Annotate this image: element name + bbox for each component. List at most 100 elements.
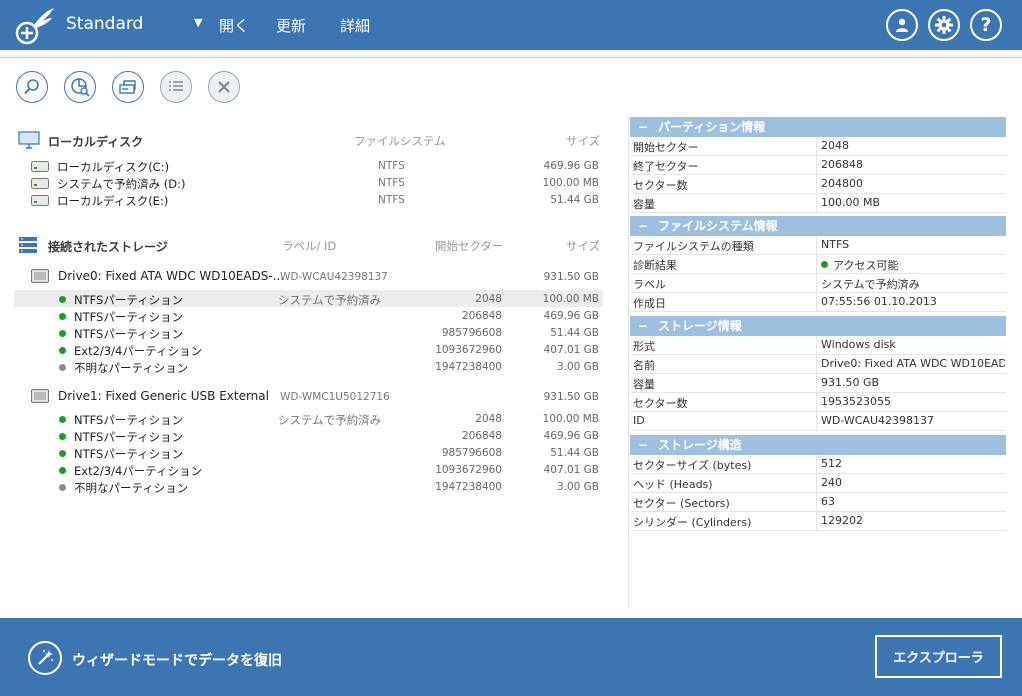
property-key: セクター数: [633, 397, 688, 410]
partition-label: システムで予約済み: [278, 293, 382, 307]
partition-start-sector: 2048: [475, 413, 502, 425]
property-row: セクター (Sectors) 63: [630, 493, 1006, 512]
close-icon: [218, 81, 230, 93]
property-separator: [816, 374, 817, 393]
profile-dropdown-arrow[interactable]: ▼: [194, 16, 202, 29]
property-separator: [816, 393, 817, 412]
user-button[interactable]: [886, 9, 918, 41]
property-value: アクセス可能: [821, 257, 1005, 273]
partition-size: 3.00 GB: [556, 361, 599, 373]
property-separator: [816, 236, 817, 255]
col-filesystem: ファイルシステム: [354, 134, 446, 148]
partition-size: 100.00 MB: [542, 293, 599, 305]
property-row: 形式 Windows disk: [630, 336, 1006, 355]
partition-status-dot: [59, 484, 66, 491]
property-key: 診断結果: [633, 259, 677, 272]
property-value-text: 07:55:56 01.10.2013: [821, 295, 937, 308]
local-disk-name[interactable]: システムで予約済み (D:): [57, 176, 186, 192]
property-row: ヘッド (Heads) 240: [630, 474, 1006, 493]
winged-plus-logo: [15, 8, 54, 45]
drive-icon: [31, 161, 49, 172]
close-button[interactable]: [208, 71, 240, 103]
partition-name[interactable]: Ext2/3/4パーティション: [74, 463, 202, 479]
partition-name[interactable]: 不明なパーティション: [74, 480, 188, 496]
partition-size: 3.00 GB: [556, 481, 599, 493]
list-view-button[interactable]: [160, 71, 192, 103]
property-row: セクター数 204800: [630, 175, 1006, 194]
local-disk-name[interactable]: ローカルディスク(C:): [57, 159, 169, 175]
local-disk-fs: NTFS: [378, 160, 405, 172]
filesystem-info-header[interactable]: − ファイルシステム情報: [630, 216, 1006, 236]
property-value: 240: [821, 476, 1005, 489]
partition-start-sector: 206848: [461, 430, 502, 442]
partition-name[interactable]: Ext2/3/4パーティション: [74, 343, 202, 359]
filesystem-info-title: ファイルシステム情報: [658, 219, 778, 233]
scan-button[interactable]: [112, 71, 144, 103]
property-key: 終了セクター: [633, 160, 699, 173]
storage-structure-title: ストレージ構造: [658, 438, 742, 452]
storage-info-header[interactable]: − ストレージ情報: [630, 316, 1006, 336]
partition-info-header[interactable]: − パーティション情報: [630, 117, 1006, 137]
local-disk-name[interactable]: ローカルディスク(E:): [57, 193, 168, 209]
property-key: 名前: [633, 359, 655, 372]
drive-name[interactable]: Drive0: Fixed ATA WDC WD10EADS-...: [58, 269, 284, 283]
property-value: 129202: [821, 514, 1005, 527]
partition-size: 100.00 MB: [542, 413, 599, 425]
wizard-button[interactable]: [28, 641, 62, 675]
partition-size: 469.96 GB: [543, 430, 599, 442]
local-disk-fs: NTFS: [378, 177, 405, 189]
local-disk-size: 51.44 GB: [550, 194, 599, 206]
menu-details[interactable]: 詳細: [340, 15, 370, 36]
property-row: セクターサイズ (bytes) 512: [630, 455, 1006, 474]
partition-size: 469.96 GB: [543, 310, 599, 322]
search-icon: [24, 79, 39, 95]
partition-size: 407.01 GB: [543, 464, 599, 476]
property-value-text: 2048: [821, 139, 849, 152]
partition-status-dot: [59, 364, 66, 371]
property-row: 容量 931.50 GB: [630, 374, 1006, 393]
collapse-glyph: −: [638, 219, 649, 233]
partition-name[interactable]: 不明なパーティション: [74, 360, 188, 376]
property-row: 作成日 07:55:56 01.10.2013: [630, 293, 1006, 312]
magic-wand-icon: [38, 650, 53, 665]
find-button[interactable]: [16, 71, 48, 103]
analyze-button[interactable]: [64, 71, 96, 103]
explorer-button[interactable]: エクスプローラ: [875, 635, 1002, 678]
settings-button[interactable]: [928, 9, 960, 41]
help-button[interactable]: ?: [970, 9, 1002, 41]
app-header: [0, 0, 1022, 50]
property-value: 63: [821, 495, 1005, 508]
property-value-text: NTFS: [821, 238, 850, 251]
property-separator: [816, 355, 817, 374]
property-value-text: 206848: [821, 158, 863, 171]
property-key: 形式: [633, 340, 655, 353]
drive-name[interactable]: Drive1: Fixed Generic USB External: [58, 389, 269, 403]
menu-refresh[interactable]: 更新: [276, 15, 306, 36]
property-value: 2048: [821, 139, 1005, 152]
property-key: ファイルシステムの種類: [633, 240, 754, 253]
property-value-text: Drive0: Fixed ATA WDC WD10EADS-00: [821, 357, 1005, 370]
partition-status-dot: [59, 296, 66, 303]
property-key: 作成日: [633, 297, 666, 310]
menu-open[interactable]: 開く: [219, 15, 249, 36]
partition-name[interactable]: NTFSパーティション: [74, 309, 183, 325]
property-value-text: 931.50 GB: [821, 376, 880, 389]
property-value: 931.50 GB: [821, 376, 1005, 389]
storage-structure-header[interactable]: − ストレージ構造: [630, 435, 1006, 455]
partition-name[interactable]: NTFSパーティション: [74, 446, 183, 462]
wizard-mode-link[interactable]: ウィザードモードでデータを復旧: [72, 650, 282, 670]
property-row: ID WD-WCAU42398137: [630, 412, 1006, 431]
partition-status-dot: [59, 330, 66, 337]
partition-size: 407.01 GB: [543, 344, 599, 356]
partition-name[interactable]: NTFSパーティション: [74, 429, 183, 445]
partition-name[interactable]: NTFSパーティション: [74, 292, 183, 308]
partition-name[interactable]: NTFSパーティション: [74, 326, 183, 342]
property-key: 容量: [633, 198, 655, 211]
local-disk-fs: NTFS: [378, 194, 405, 206]
property-value: 100.00 MB: [821, 196, 1005, 209]
property-separator: [816, 474, 817, 493]
scan-drive-icon: [119, 80, 136, 94]
partition-name[interactable]: NTFSパーティション: [74, 412, 183, 428]
partition-start-sector: 1947238400: [435, 361, 502, 373]
property-value-text: 204800: [821, 177, 863, 190]
